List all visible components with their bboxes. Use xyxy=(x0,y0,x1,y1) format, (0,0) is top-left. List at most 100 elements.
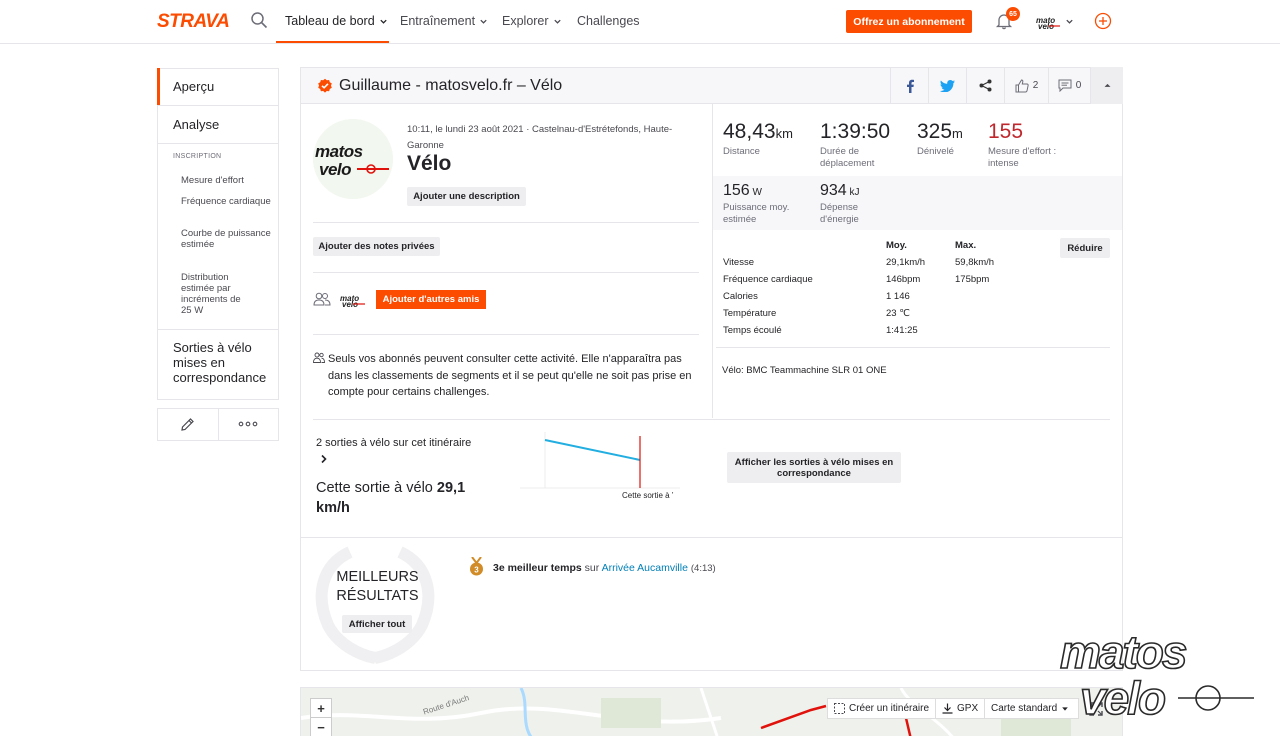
avatar[interactable]: mato velo xyxy=(1035,14,1061,30)
table-header-max: Max. xyxy=(955,240,977,251)
column-divider xyxy=(712,104,713,418)
table-cell-avg: 1:41:25 xyxy=(886,325,918,336)
matched-rides-count[interactable]: 2 sorties à vélo sur cet itinéraire xyxy=(316,437,471,449)
chevron-down-icon xyxy=(553,19,561,24)
add-description-button[interactable]: Ajouter une description xyxy=(407,187,526,206)
nav-entrainement[interactable]: Entraînement xyxy=(400,14,488,28)
sidebar-item-label: Analyse xyxy=(173,117,220,132)
nav-tableau-de-bord[interactable]: Tableau de bord xyxy=(285,14,388,28)
stat-elevation-label: Dénivelé xyxy=(917,146,954,157)
followers-icon xyxy=(313,352,325,363)
nav-explorer[interactable]: Explorer xyxy=(502,14,562,28)
this-ride-speed: Cette sortie à vélo 29,1 km/h xyxy=(316,480,466,516)
table-row-label: Calories xyxy=(723,291,758,302)
divider xyxy=(716,347,1110,348)
thumbs-up-icon xyxy=(1015,78,1029,92)
stat-distance-label: Distance xyxy=(723,146,760,157)
verified-badge-icon xyxy=(318,78,332,93)
table-row-label: Température xyxy=(723,308,777,319)
stat-energy-value: 934 kJ xyxy=(820,182,860,199)
share-icon xyxy=(979,79,992,92)
sidebar-subitem-effort[interactable]: Mesure d'effort xyxy=(181,175,271,186)
stat-effort-value: 155 xyxy=(988,120,1024,143)
group-icon xyxy=(313,292,331,306)
twitter-share-button[interactable] xyxy=(928,67,966,104)
comment-count: 0 xyxy=(1075,80,1082,91)
chevron-down-icon[interactable] xyxy=(1065,17,1074,26)
sidebar-subitem-heart-rate[interactable]: Fréquence cardiaque xyxy=(181,196,271,207)
subscribe-button[interactable]: Offrez un abonnement xyxy=(846,10,972,33)
show-all-button[interactable]: Afficher tout xyxy=(342,615,412,633)
avatar[interactable]: mato velo xyxy=(340,293,366,307)
notification-badge: 65 xyxy=(1006,7,1020,21)
plus-circle-icon[interactable] xyxy=(1094,12,1112,30)
zoom-out-button[interactable]: − xyxy=(310,718,332,736)
table-cell-avg: 29,1km/h xyxy=(886,257,926,268)
divider xyxy=(313,222,699,223)
athlete-avatar[interactable]: matos velo xyxy=(313,119,393,199)
medal-rank: 3 xyxy=(474,565,479,574)
divider xyxy=(300,537,1123,538)
collapse-button[interactable] xyxy=(1090,67,1123,104)
pencil-icon[interactable] xyxy=(179,416,196,433)
best-results-title: MEILLEURS RÉSULTATS xyxy=(336,569,419,604)
top-navigation: STRAVA Tableau de bord Entraînement Expl… xyxy=(0,0,1280,44)
sidebar-subitem-power-curve[interactable]: Courbe de puissance estimée xyxy=(181,228,271,250)
table-cell-avg: 1 146 xyxy=(886,291,910,302)
gpx-download-button[interactable]: GPX xyxy=(935,698,986,719)
sidebar-item-matched-rides[interactable]: Sorties à vélo mises en correspondance xyxy=(157,340,267,390)
divider xyxy=(157,329,279,330)
sidebar-section-label: INSCRIPTION xyxy=(173,153,222,160)
table-cell-max: 175bpm xyxy=(955,274,990,285)
activity-datetime: 10:11, le lundi 23 août 2021 · Castelnau… xyxy=(407,124,673,151)
medal-icon: 3 xyxy=(470,557,483,576)
kudos-button[interactable]: 2 xyxy=(1004,67,1048,104)
svg-text:velo: velo xyxy=(319,160,351,179)
activity-name: Vélo xyxy=(407,152,452,175)
table-cell-max: 59,8km/h xyxy=(955,257,995,268)
matched-rides-chart: Cette sortie à ’ xyxy=(520,432,680,500)
stat-power-value: 156 W xyxy=(723,182,762,199)
sidebar-subitem-power-distribution[interactable]: Distribution estimée par incréments de 2… xyxy=(181,272,253,316)
facebook-share-button[interactable] xyxy=(890,67,928,104)
reduce-button[interactable]: Réduire xyxy=(1060,238,1110,258)
segment-achievement: 3e meilleur temps sur Arrivée Aucamville… xyxy=(493,562,716,574)
divider xyxy=(313,334,699,335)
facebook-icon xyxy=(906,79,914,93)
sidebar-item-label: Sorties à vélo mises en correspondance xyxy=(173,340,267,385)
stat-energy-label: Dépense d'énergie xyxy=(820,202,859,225)
sidebar-item-label: Aperçu xyxy=(173,79,215,94)
stat-effort-label: Mesure d'effort : intense xyxy=(988,146,1057,169)
svg-text:matos: matos xyxy=(315,142,363,161)
add-private-notes-button[interactable]: Ajouter des notes privées xyxy=(313,237,440,256)
svg-text:matos: matos xyxy=(1060,628,1187,678)
add-friends-button[interactable]: Ajouter d'autres amis xyxy=(376,290,486,309)
stat-power-label: Puissance moy. estimée xyxy=(723,202,790,225)
segment-link[interactable]: Arrivée Aucamville xyxy=(602,562,688,574)
chevron-down-icon xyxy=(380,19,387,24)
stat-moving-time-value: 1:39:50 xyxy=(820,120,891,143)
divider xyxy=(218,408,219,441)
share-button[interactable] xyxy=(966,67,1004,104)
create-route-button[interactable]: Créer un itinéraire xyxy=(827,698,937,719)
twitter-icon xyxy=(940,79,955,92)
zoom-in-button[interactable]: + xyxy=(310,698,332,718)
sidebar-item-apercu[interactable]: Aperçu xyxy=(157,68,279,105)
show-matched-rides-button[interactable]: Afficher les sorties à vélo mises en cor… xyxy=(727,452,901,483)
comment-button[interactable]: 0 xyxy=(1048,67,1090,104)
nav-label: Explorer xyxy=(502,14,549,28)
sidebar-item-analyse[interactable]: Analyse xyxy=(157,106,279,143)
strava-logo[interactable]: STRAVA xyxy=(157,11,230,33)
nav-challenges[interactable]: Challenges xyxy=(577,14,640,28)
stat-moving-time-label: Durée de déplacement xyxy=(820,146,875,169)
chevron-right-icon[interactable] xyxy=(320,454,328,464)
table-cell-avg: 23 ℃ xyxy=(886,308,910,319)
search-icon[interactable] xyxy=(250,11,268,29)
divider xyxy=(313,272,699,273)
more-dots-icon[interactable] xyxy=(238,419,258,429)
table-row-label: Fréquence cardiaque xyxy=(723,274,813,285)
chevron-up-icon xyxy=(1104,83,1110,88)
stat-elevation-value: 325m xyxy=(917,120,963,143)
kudos-count: 2 xyxy=(1032,80,1039,91)
nav-label: Tableau de bord xyxy=(285,14,375,28)
